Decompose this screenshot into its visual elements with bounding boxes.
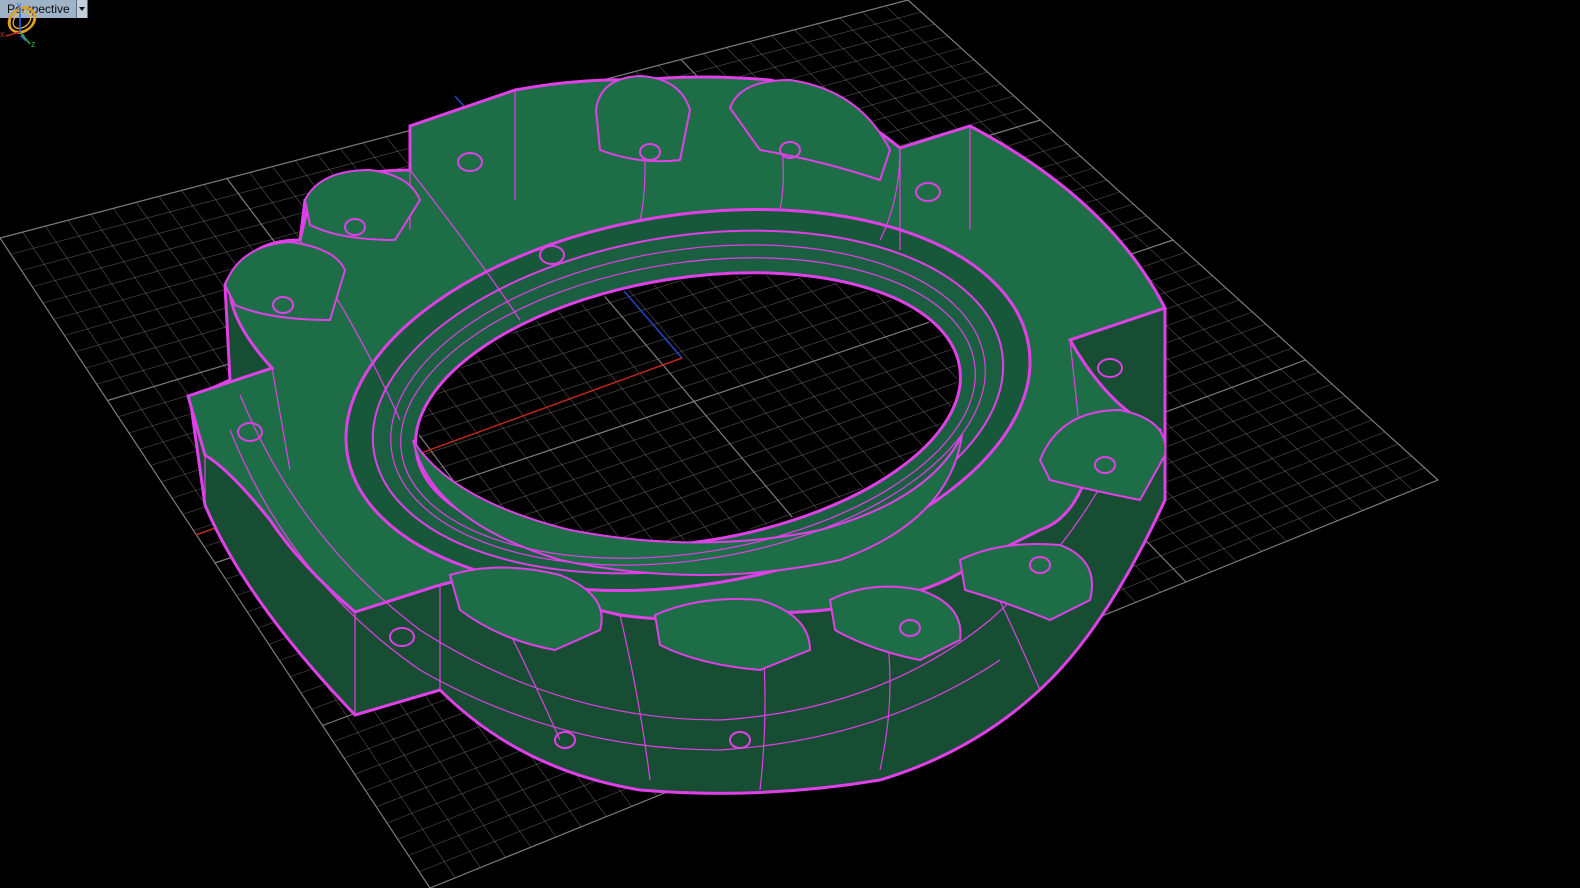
viewport-canvas[interactable] bbox=[0, 0, 1580, 888]
world-axes-icon: y x z bbox=[0, 0, 36, 49]
axis-y-label: z bbox=[31, 39, 36, 49]
axis-z-label: y bbox=[17, 0, 22, 10]
axis-y-line bbox=[19, 31, 31, 45]
axis-x-label: x bbox=[0, 29, 5, 39]
perspective-viewport[interactable]: Perspective y x z bbox=[0, 0, 1580, 888]
chevron-down-icon[interactable] bbox=[76, 0, 88, 18]
axis-x-line bbox=[5, 31, 21, 37]
